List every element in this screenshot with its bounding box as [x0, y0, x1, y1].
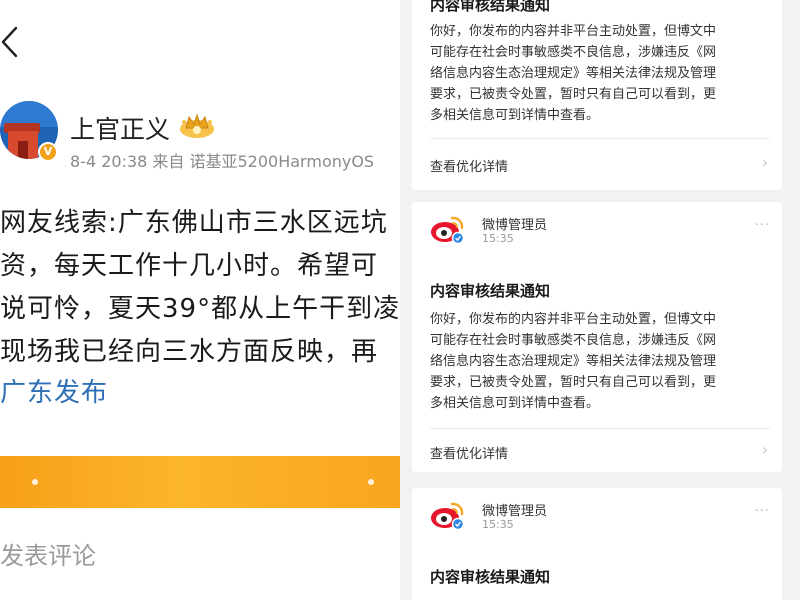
- more-options-icon[interactable]: ···: [755, 218, 770, 233]
- promo-banner[interactable]: [0, 456, 400, 508]
- post-text-line: 资，每天工作十几小时。希望可: [0, 251, 379, 281]
- sender-name: 微博管理员: [482, 504, 548, 519]
- chevron-right-icon: ›: [761, 153, 768, 172]
- notice-card: 微博管理员 15:35 ··· 内容审核结果通知: [412, 488, 782, 600]
- divider: [430, 428, 770, 429]
- notice-card: 内容审核结果通知 你好，你发布的内容并非平台主动处置，但博文中 可能存在社会时事…: [412, 0, 782, 190]
- divider: [430, 138, 770, 139]
- view-details-link[interactable]: 查看优化详情: [430, 443, 508, 462]
- post-text-line: 网友线索:广东佛山市三水区远坑: [0, 208, 388, 238]
- sender-name: 微博管理员: [482, 218, 548, 233]
- weibo-logo-icon: [431, 216, 465, 244]
- comment-button[interactable]: 发表评论: [0, 536, 96, 571]
- chevron-left-icon: [1, 26, 18, 58]
- notice-title: 内容审核结果通知: [430, 0, 551, 14]
- weibo-logo-icon: [431, 502, 465, 530]
- notice-title: 内容审核结果通知: [430, 282, 551, 300]
- verified-badge: V: [38, 142, 58, 162]
- timestamp: 15:35: [482, 232, 514, 245]
- notice-card: 微博管理员 15:35 ··· 内容审核结果通知 你好，你发布的内容并非平台主动…: [412, 202, 782, 472]
- timestamp: 15:35: [482, 518, 514, 531]
- back-button[interactable]: [0, 22, 28, 62]
- more-options-icon[interactable]: ···: [755, 504, 770, 519]
- post-text-line: 说可怜，夏天39°都从上午干到凌: [0, 294, 400, 324]
- post-text-line: 现场我已经向三水方面反映，再: [0, 337, 379, 367]
- weibo-post-panel: V 上官正义 8-4 20:38 来自 诺基亚5200HarmonyOS 网友线…: [0, 0, 400, 600]
- topic-link[interactable]: 广东发布: [0, 372, 108, 409]
- chevron-right-icon: ›: [761, 440, 768, 459]
- notices-panel: 内容审核结果通知 你好，你发布的内容并非平台主动处置，但博文中 可能存在社会时事…: [400, 0, 800, 600]
- view-details-link[interactable]: 查看优化详情: [430, 156, 508, 175]
- notice-body: 你好，你发布的内容并非平台主动处置，但博文中 可能存在社会时事敏感类不良信息，涉…: [430, 24, 717, 123]
- notice-title: 内容审核结果通知: [430, 568, 551, 586]
- notice-body: 你好，你发布的内容并非平台主动处置，但博文中 可能存在社会时事敏感类不良信息，涉…: [430, 312, 717, 411]
- username[interactable]: 上官正义: [70, 110, 170, 146]
- post-meta: 8-4 20:38 来自 诺基亚5200HarmonyOS: [70, 152, 375, 171]
- crown-badge-icon: [180, 113, 214, 138]
